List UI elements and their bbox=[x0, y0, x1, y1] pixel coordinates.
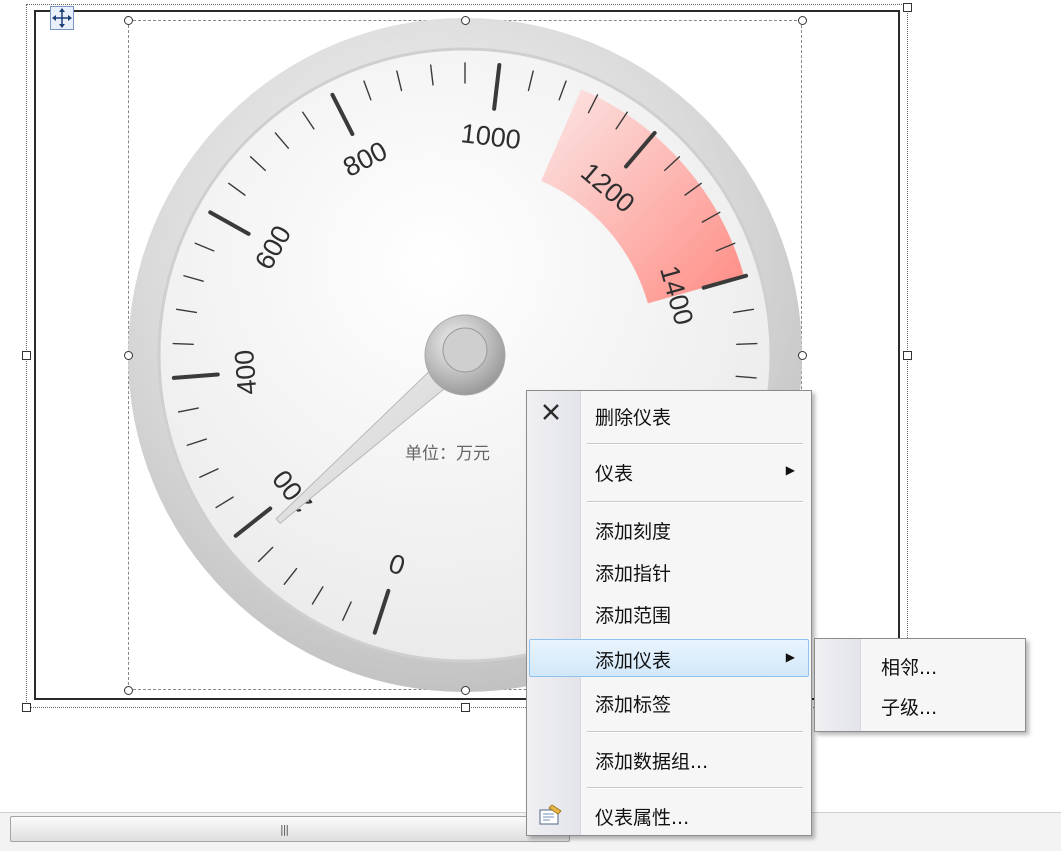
scrollbar-grip-icon: ||| bbox=[280, 823, 289, 836]
gauge-unit-label: 单位：万元 bbox=[405, 444, 490, 464]
chevron-right-icon: ▶ bbox=[785, 650, 795, 664]
resize-handle[interactable] bbox=[461, 703, 470, 712]
menu-item-gauge[interactable]: 仪表 bbox=[595, 459, 633, 486]
menu-separator bbox=[587, 443, 803, 445]
menu-separator bbox=[587, 787, 803, 789]
resize-handle[interactable] bbox=[124, 16, 133, 25]
resize-handle[interactable] bbox=[903, 3, 912, 12]
scale-label: 400 bbox=[229, 349, 262, 396]
menu-separator bbox=[587, 501, 803, 503]
menu-item-delete-gauge[interactable]: 删除仪表 bbox=[595, 403, 671, 430]
resize-handle[interactable] bbox=[798, 351, 807, 360]
resize-handle[interactable] bbox=[124, 351, 133, 360]
menu-item-add-scale[interactable]: 添加刻度 bbox=[595, 517, 671, 544]
resize-handle[interactable] bbox=[461, 16, 470, 25]
context-menu: 删除仪表 仪表 ▶ 添加刻度 添加指针 添加范围 添加仪表 ▶ 添加标签 添加数… bbox=[526, 390, 812, 836]
menu-icon-strip bbox=[527, 391, 581, 835]
menu-item-gauge-properties[interactable]: 仪表属性... bbox=[595, 803, 689, 830]
add-gauge-submenu: 相邻... 子级... bbox=[814, 638, 1026, 732]
menu-item-add-label[interactable]: 添加标签 bbox=[595, 690, 671, 717]
minor-tick bbox=[736, 342, 758, 346]
resize-handle[interactable] bbox=[903, 351, 912, 360]
submenu-item-child[interactable]: 子级... bbox=[881, 693, 937, 720]
minor-tick bbox=[172, 342, 194, 346]
menu-item-add-gauge[interactable]: 添加仪表 bbox=[595, 646, 671, 673]
menu-separator bbox=[587, 731, 803, 733]
menu-item-add-range[interactable]: 添加范围 bbox=[595, 601, 671, 628]
chevron-right-icon: ▶ bbox=[785, 463, 795, 477]
resize-handle[interactable] bbox=[22, 703, 31, 712]
menu-item-add-pointer[interactable]: 添加指针 bbox=[595, 559, 671, 586]
resize-handle[interactable] bbox=[798, 16, 807, 25]
gauge-cap-inner bbox=[442, 327, 488, 373]
resize-handle[interactable] bbox=[22, 351, 31, 360]
submenu-item-adjacent[interactable]: 相邻... bbox=[881, 653, 937, 680]
resize-handle[interactable] bbox=[124, 686, 133, 695]
scrollbar-thumb[interactable] bbox=[10, 816, 570, 842]
properties-icon bbox=[539, 804, 562, 825]
move-icon[interactable] bbox=[50, 6, 74, 30]
resize-handle[interactable] bbox=[461, 686, 470, 695]
close-icon bbox=[543, 404, 559, 420]
menu-item-add-data-group[interactable]: 添加数据组... bbox=[595, 747, 708, 774]
submenu-icon-strip bbox=[815, 639, 861, 731]
